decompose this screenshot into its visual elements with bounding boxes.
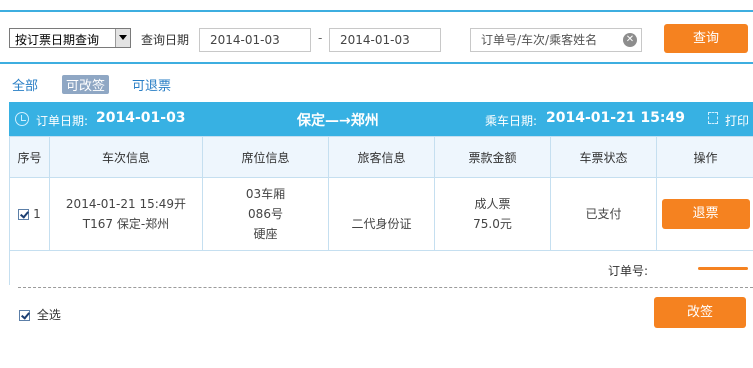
clear-icon[interactable]: ✕	[623, 33, 637, 47]
select-all-checkbox[interactable]	[19, 310, 30, 321]
row-checkbox[interactable]	[18, 209, 30, 220]
seat-info-cell: 03车厢 086号 硬座	[202, 177, 329, 251]
departure-label: 乘车日期:	[485, 114, 538, 128]
keyword-search-placeholder: 订单号/车次/乘客姓名	[481, 33, 598, 47]
end-date-input[interactable]: 2014-01-03	[329, 28, 441, 52]
header-status: 车票状态	[550, 136, 657, 178]
search-divider	[0, 62, 753, 64]
passenger-info-cell: 二代身份证	[328, 177, 435, 251]
header-seat: 席位信息	[202, 136, 329, 178]
keyword-search-input[interactable]: 订单号/车次/乘客姓名 ✕	[470, 28, 642, 52]
train-info-cell: 2014-01-21 15:49开 T167 保定-郑州	[49, 177, 203, 251]
header-fare: 票款金额	[434, 136, 551, 178]
status-cell: 已支付	[550, 177, 657, 251]
table-header-row: 序号 车次信息 席位信息 旅客信息 票款金额 车票状态 操作	[9, 136, 753, 178]
order-number-label: 订单号:	[608, 264, 649, 278]
status-badge: 已支付	[585, 207, 622, 221]
train-number-route: T167 保定-郑州	[82, 217, 170, 231]
select-all-label: 全选	[36, 308, 61, 322]
seat-number: 086号	[248, 207, 283, 221]
header-action: 操作	[656, 136, 753, 178]
refund-button[interactable]: 退票	[661, 199, 750, 229]
query-type-select[interactable]: 按订票日期查询	[9, 28, 131, 48]
print-link[interactable]: 打印	[725, 112, 749, 129]
filter-changeable[interactable]: 可改签	[62, 75, 110, 94]
fare-type: 成人票	[474, 197, 511, 211]
clock-icon	[15, 112, 29, 126]
row-index: 1	[33, 207, 41, 221]
chevron-down-icon[interactable]	[115, 29, 130, 47]
order-date-label: 订单日期:	[36, 114, 89, 128]
passenger-name-placeholder	[330, 194, 434, 214]
dashed-divider	[18, 287, 753, 288]
header-train: 车次信息	[49, 136, 203, 178]
start-date-input[interactable]: 2014-01-03	[199, 28, 311, 52]
seat-class: 硬座	[253, 227, 278, 241]
ticket-table: 序号 车次信息 席位信息 旅客信息 票款金额 车票状态 操作 1 2014-01…	[9, 136, 753, 251]
passenger-id-type: 二代身份证	[351, 217, 412, 231]
top-divider	[0, 10, 753, 12]
order-header: 订单日期: 2014-01-03 保定—→郑州 乘车日期: 2014-01-21…	[9, 102, 753, 136]
filter-all[interactable]: 全部	[12, 75, 38, 94]
printer-icon[interactable]	[708, 112, 718, 124]
header-passenger: 旅客信息	[328, 136, 435, 178]
table-row: 1 2014-01-21 15:49开 T167 保定-郑州 03车厢 086号…	[9, 177, 753, 251]
seat-car: 03车厢	[245, 187, 286, 201]
route: 保定—→郑州	[297, 113, 379, 129]
action-cell: 退票	[656, 177, 753, 251]
train-departure-time: 2014-01-21 15:49开	[65, 197, 187, 211]
query-type-value: 按订票日期查询	[15, 33, 100, 47]
date-separator: -	[318, 31, 323, 45]
fare-amount: 75.0元	[473, 217, 512, 231]
query-button[interactable]: 查询	[664, 24, 748, 53]
filter-refundable[interactable]: 可退票	[132, 75, 171, 94]
departure-value: 2014-01-21 15:49	[546, 110, 685, 126]
change-ticket-button[interactable]: 改签	[654, 297, 746, 328]
order-number-row: 订单号:	[9, 251, 753, 285]
order-date-value: 2014-01-03	[96, 110, 186, 126]
query-date-label: 查询日期	[141, 33, 190, 47]
order-number-redacted	[698, 267, 748, 270]
select-all[interactable]: 全选	[19, 306, 61, 323]
header-index: 序号	[9, 136, 50, 178]
fare-cell: 成人票 75.0元	[434, 177, 551, 251]
row-index-cell: 1	[9, 177, 50, 251]
